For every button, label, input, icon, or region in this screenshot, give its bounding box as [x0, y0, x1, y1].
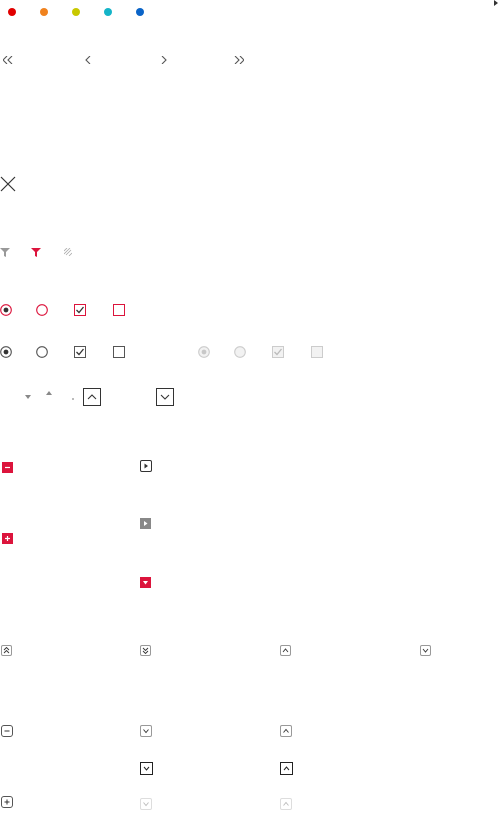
checkbox-unchecked-disabled-icon: [311, 346, 323, 358]
expand-plus-icon[interactable]: [2, 533, 13, 544]
spinner-up-disabled-icon: [280, 798, 292, 810]
checkbox-checked-icon[interactable]: [74, 304, 86, 316]
checkbox-checked-disabled-icon: [272, 346, 284, 358]
chevron-down-icon[interactable]: [420, 645, 431, 656]
status-dot-cyan: [104, 8, 112, 16]
checkbox-checked-icon[interactable]: [74, 346, 86, 358]
radio-unchecked-icon[interactable]: [36, 346, 48, 358]
play-box-icon[interactable]: [140, 460, 152, 472]
chevron-left-icon[interactable]: [85, 56, 91, 64]
filter-clear-icon[interactable]: [64, 248, 72, 256]
spinner-up-icon[interactable]: [280, 725, 292, 737]
status-dot-red: [8, 8, 16, 16]
plus-box-icon[interactable]: [1, 796, 13, 808]
status-dot-orange: [40, 8, 48, 16]
checkbox-unchecked-icon[interactable]: [113, 346, 125, 358]
radio-checked-icon[interactable]: [0, 346, 12, 358]
spinner-down-disabled-icon: [140, 798, 152, 810]
status-dot-blue: [136, 8, 144, 16]
collapse-minus-icon[interactable]: [2, 462, 13, 473]
radio-unchecked-icon[interactable]: [36, 304, 48, 316]
minus-box-icon[interactable]: [1, 725, 13, 737]
arrow-up-box-icon[interactable]: [83, 388, 101, 406]
filter-active-icon[interactable]: [31, 248, 41, 257]
corner-arrow-icon: [493, 0, 499, 6]
double-chevron-left-icon[interactable]: [3, 56, 13, 64]
expand-right-icon[interactable]: [140, 518, 151, 529]
expand-down-icon[interactable]: [140, 577, 151, 588]
status-dot-yellow: [72, 8, 80, 16]
spinner-down-icon[interactable]: [140, 725, 152, 737]
filter-icon[interactable]: [0, 248, 10, 257]
double-chevron-right-icon[interactable]: [234, 56, 244, 64]
double-down-icon[interactable]: [140, 645, 151, 656]
close-icon[interactable]: [0, 176, 16, 192]
sort-down-icon[interactable]: [25, 395, 31, 399]
chevron-up-icon[interactable]: [280, 645, 291, 656]
checkbox-unchecked-icon[interactable]: [113, 304, 125, 316]
sort-none-icon[interactable]: [72, 398, 74, 400]
double-up-icon[interactable]: [1, 645, 12, 656]
spinner-up-focus-icon[interactable]: [280, 762, 293, 775]
spinner-down-focus-icon[interactable]: [140, 762, 153, 775]
radio-checked-icon[interactable]: [0, 304, 12, 316]
radio-unchecked-disabled-icon: [234, 346, 246, 358]
radio-checked-disabled-icon: [198, 346, 210, 358]
arrow-down-box-icon[interactable]: [156, 388, 174, 406]
chevron-right-icon[interactable]: [161, 56, 167, 64]
sort-up-icon[interactable]: [46, 391, 52, 395]
